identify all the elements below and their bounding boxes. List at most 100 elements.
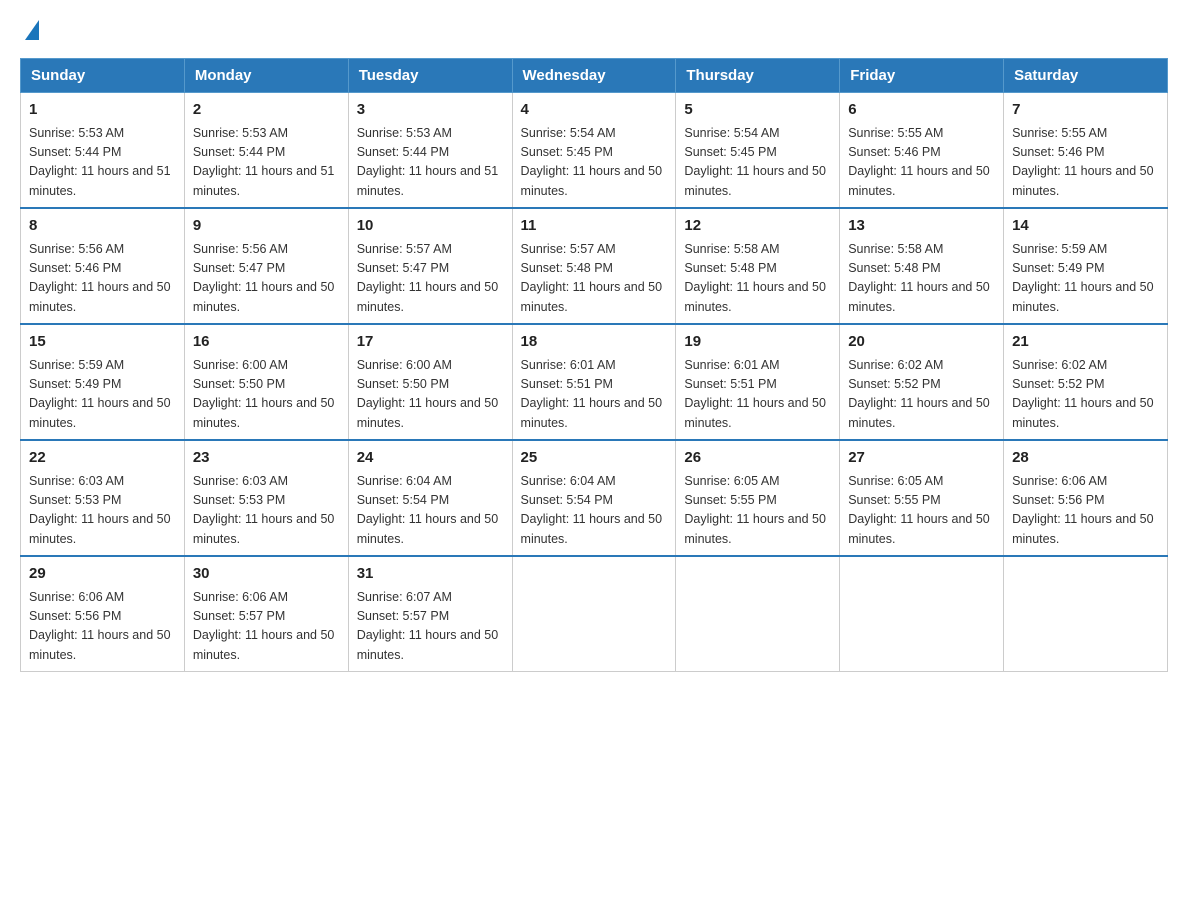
day-detail: Sunrise: 6:06 AMSunset: 5:56 PMDaylight:… — [1012, 474, 1154, 546]
calendar-day-cell: 9 Sunrise: 5:56 AMSunset: 5:47 PMDaylight… — [184, 208, 348, 324]
day-detail: Sunrise: 5:58 AMSunset: 5:48 PMDaylight:… — [848, 242, 990, 314]
day-detail: Sunrise: 6:07 AMSunset: 5:57 PMDaylight:… — [357, 590, 499, 662]
calendar-day-cell: 20 Sunrise: 6:02 AMSunset: 5:52 PMDayligh… — [840, 324, 1004, 440]
day-detail: Sunrise: 6:06 AMSunset: 5:57 PMDaylight:… — [193, 590, 335, 662]
day-detail: Sunrise: 5:59 AMSunset: 5:49 PMDaylight:… — [29, 358, 171, 430]
calendar-day-cell: 7 Sunrise: 5:55 AMSunset: 5:46 PMDaylight… — [1004, 93, 1168, 209]
page-header — [20, 20, 1168, 42]
calendar-day-cell: 28 Sunrise: 6:06 AMSunset: 5:56 PMDayligh… — [1004, 440, 1168, 556]
calendar-week-row: 1 Sunrise: 5:53 AMSunset: 5:44 PMDaylight… — [21, 93, 1168, 209]
calendar-day-cell: 5 Sunrise: 5:54 AMSunset: 5:45 PMDaylight… — [676, 93, 840, 209]
day-number: 16 — [193, 331, 340, 354]
day-detail: Sunrise: 6:05 AMSunset: 5:55 PMDaylight:… — [848, 474, 990, 546]
calendar-table: SundayMondayTuesdayWednesdayThursdayFrid… — [20, 58, 1168, 672]
day-detail: Sunrise: 6:01 AMSunset: 5:51 PMDaylight:… — [521, 358, 663, 430]
day-number: 4 — [521, 99, 668, 122]
calendar-day-cell: 6Sunrise: 5:55 AMSunset: 5:46 PMDaylight… — [840, 93, 1004, 209]
day-detail: Sunrise: 6:05 AMSunset: 5:55 PMDaylight:… — [684, 474, 826, 546]
calendar-day-cell: 2 Sunrise: 5:53 AMSunset: 5:44 PMDaylight… — [184, 93, 348, 209]
day-number: 23 — [193, 447, 340, 470]
calendar-day-cell: 30 Sunrise: 6:06 AMSunset: 5:57 PMDayligh… — [184, 556, 348, 672]
day-detail: Sunrise: 5:58 AMSunset: 5:48 PMDaylight:… — [684, 242, 826, 314]
day-detail: Sunrise: 6:02 AMSunset: 5:52 PMDaylight:… — [1012, 358, 1154, 430]
day-number: 7 — [1012, 99, 1159, 122]
day-of-week-header: Monday — [184, 59, 348, 93]
calendar-day-cell — [512, 556, 676, 672]
day-number: 15 — [29, 331, 176, 354]
calendar-day-cell: 13 Sunrise: 5:58 AMSunset: 5:48 PMDayligh… — [840, 208, 1004, 324]
calendar-day-cell: 26 Sunrise: 6:05 AMSunset: 5:55 PMDayligh… — [676, 440, 840, 556]
day-number: 30 — [193, 563, 340, 586]
day-number: 10 — [357, 215, 504, 238]
day-number: 21 — [1012, 331, 1159, 354]
day-detail: Sunrise: 5:57 AMSunset: 5:47 PMDaylight:… — [357, 242, 499, 314]
calendar-day-cell: 31Sunrise: 6:07 AMSunset: 5:57 PMDayligh… — [348, 556, 512, 672]
calendar-day-cell — [676, 556, 840, 672]
day-number: 25 — [521, 447, 668, 470]
calendar-day-cell: 27 Sunrise: 6:05 AMSunset: 5:55 PMDayligh… — [840, 440, 1004, 556]
day-number: 9 — [193, 215, 340, 238]
calendar-day-cell: 25Sunrise: 6:04 AMSunset: 5:54 PMDayligh… — [512, 440, 676, 556]
calendar-day-cell: 4 Sunrise: 5:54 AMSunset: 5:45 PMDaylight… — [512, 93, 676, 209]
day-detail: Sunrise: 6:06 AMSunset: 5:56 PMDaylight:… — [29, 590, 171, 662]
day-number: 17 — [357, 331, 504, 354]
day-detail: Sunrise: 6:03 AMSunset: 5:53 PMDaylight:… — [193, 474, 335, 546]
day-of-week-header: Tuesday — [348, 59, 512, 93]
day-number: 5 — [684, 99, 831, 122]
calendar-day-cell: 11 Sunrise: 5:57 AMSunset: 5:48 PMDayligh… — [512, 208, 676, 324]
day-number: 27 — [848, 447, 995, 470]
day-number: 14 — [1012, 215, 1159, 238]
calendar-day-cell: 22Sunrise: 6:03 AMSunset: 5:53 PMDayligh… — [21, 440, 185, 556]
calendar-day-cell: 3 Sunrise: 5:53 AMSunset: 5:44 PMDaylight… — [348, 93, 512, 209]
day-number: 29 — [29, 563, 176, 586]
day-number: 19 — [684, 331, 831, 354]
day-number: 22 — [29, 447, 176, 470]
day-of-week-header: Saturday — [1004, 59, 1168, 93]
day-number: 18 — [521, 331, 668, 354]
day-detail: Sunrise: 5:56 AMSunset: 5:47 PMDaylight:… — [193, 242, 335, 314]
day-number: 12 — [684, 215, 831, 238]
day-detail: Sunrise: 5:54 AMSunset: 5:45 PMDaylight:… — [521, 126, 663, 198]
calendar-day-cell: 12 Sunrise: 5:58 AMSunset: 5:48 PMDayligh… — [676, 208, 840, 324]
day-detail: Sunrise: 5:57 AMSunset: 5:48 PMDaylight:… — [521, 242, 663, 314]
day-of-week-header: Sunday — [21, 59, 185, 93]
logo — [20, 20, 39, 42]
day-number: 1 — [29, 99, 176, 122]
day-number: 6 — [848, 99, 995, 122]
calendar-day-cell: 19Sunrise: 6:01 AMSunset: 5:51 PMDayligh… — [676, 324, 840, 440]
day-detail: Sunrise: 6:02 AMSunset: 5:52 PMDaylight:… — [848, 358, 990, 430]
calendar-day-cell — [840, 556, 1004, 672]
calendar-header-row: SundayMondayTuesdayWednesdayThursdayFrid… — [21, 59, 1168, 93]
day-number: 24 — [357, 447, 504, 470]
day-detail: Sunrise: 5:53 AMSunset: 5:44 PMDaylight:… — [193, 126, 335, 198]
day-detail: Sunrise: 5:53 AMSunset: 5:44 PMDaylight:… — [357, 126, 499, 198]
day-of-week-header: Thursday — [676, 59, 840, 93]
calendar-day-cell: 29 Sunrise: 6:06 AMSunset: 5:56 PMDayligh… — [21, 556, 185, 672]
day-number: 26 — [684, 447, 831, 470]
day-detail: Sunrise: 5:55 AMSunset: 5:46 PMDaylight:… — [1012, 126, 1154, 198]
logo-blue-text — [20, 20, 39, 42]
calendar-day-cell: 18 Sunrise: 6:01 AMSunset: 5:51 PMDayligh… — [512, 324, 676, 440]
logo-triangle-icon — [25, 20, 39, 40]
calendar-week-row: 29 Sunrise: 6:06 AMSunset: 5:56 PMDayligh… — [21, 556, 1168, 672]
day-number: 13 — [848, 215, 995, 238]
calendar-day-cell: 10 Sunrise: 5:57 AMSunset: 5:47 PMDayligh… — [348, 208, 512, 324]
day-number: 20 — [848, 331, 995, 354]
calendar-week-row: 8 Sunrise: 5:56 AMSunset: 5:46 PMDaylight… — [21, 208, 1168, 324]
day-detail: Sunrise: 5:56 AMSunset: 5:46 PMDaylight:… — [29, 242, 171, 314]
day-number: 3 — [357, 99, 504, 122]
day-number: 8 — [29, 215, 176, 238]
day-number: 28 — [1012, 447, 1159, 470]
day-detail: Sunrise: 5:54 AMSunset: 5:45 PMDaylight:… — [684, 126, 826, 198]
day-number: 11 — [521, 215, 668, 238]
calendar-week-row: 22 Sunrise: 6:03 AMSunset: 5:53 PMDayligh… — [21, 440, 1168, 556]
calendar-day-cell: 1Sunrise: 5:53 AMSunset: 5:44 PMDaylight… — [21, 93, 185, 209]
calendar-week-row: 15 Sunrise: 5:59 AMSunset: 5:49 PMDayligh… — [21, 324, 1168, 440]
day-number: 2 — [193, 99, 340, 122]
day-detail: Sunrise: 6:04 AMSunset: 5:54 PMDaylight:… — [357, 474, 499, 546]
day-detail: Sunrise: 6:00 AMSunset: 5:50 PMDaylight:… — [193, 358, 335, 430]
calendar-day-cell: 23 Sunrise: 6:03 AMSunset: 5:53 PMDayligh… — [184, 440, 348, 556]
calendar-day-cell: 24 Sunrise: 6:04 AMSunset: 5:54 PMDayligh… — [348, 440, 512, 556]
calendar-day-cell — [1004, 556, 1168, 672]
calendar-day-cell: 17Sunrise: 6:00 AMSunset: 5:50 PMDayligh… — [348, 324, 512, 440]
